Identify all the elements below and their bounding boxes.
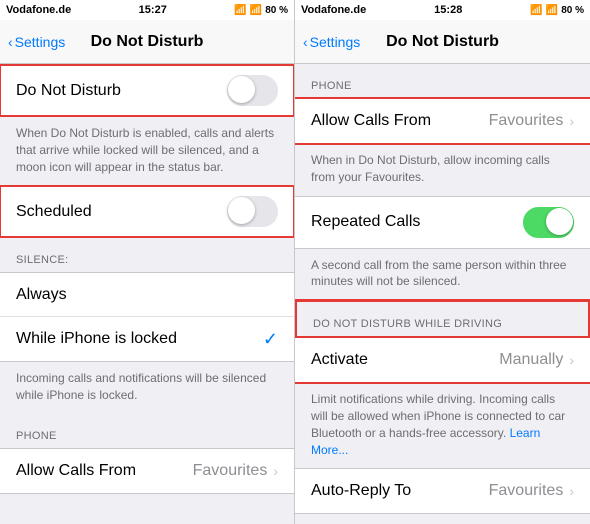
dnd-toggle-thumb [228, 76, 255, 103]
silence-group: Always While iPhone is locked ✓ [0, 272, 294, 362]
allow-calls-label-left: Allow Calls From [16, 462, 193, 480]
activate-row[interactable]: Activate Manually › [295, 338, 590, 382]
wifi-icon-right: 📶 [530, 5, 542, 16]
allow-calls-description: When in Do Not Disturb, allow incoming c… [295, 144, 590, 196]
auto-reply-label: Auto-Reply To [311, 482, 489, 500]
allow-calls-value-right: Favourites [489, 112, 564, 130]
dnd-driving-header: DO NOT DISTURB WHILE DRIVING [295, 300, 590, 338]
status-left-right: Vodafone.de [301, 4, 366, 16]
repeated-calls-toggle[interactable] [523, 207, 574, 238]
back-chevron-right: ‹ [303, 34, 308, 50]
allow-calls-row-right[interactable]: Allow Calls From Favourites › [295, 99, 590, 143]
activate-description: Limit notifications while driving. Incom… [295, 383, 590, 468]
repeated-calls-group: Repeated Calls [295, 196, 590, 249]
nav-bar-inner-left: ‹ Settings Do Not Disturb [8, 34, 286, 50]
auto-reply-row[interactable]: Auto-Reply To Favourites › [295, 469, 590, 513]
status-right-right: 📶 📶 80 % [530, 5, 584, 16]
checkmark-icon: ✓ [263, 329, 278, 350]
nav-title-left: Do Not Disturb [91, 33, 204, 51]
nav-bar-right: ‹ Settings Do Not Disturb [295, 20, 590, 64]
allow-calls-group: Allow Calls From Favourites › [295, 98, 590, 144]
repeated-calls-description: A second call from the same person withi… [295, 249, 590, 301]
repeated-calls-toggle-thumb [546, 208, 573, 235]
bluetooth-icon-right: 📶 [546, 5, 558, 16]
always-label: Always [16, 286, 278, 304]
always-row[interactable]: Always [0, 273, 294, 317]
while-locked-description: Incoming calls and notifications will be… [0, 362, 294, 414]
repeated-calls-row[interactable]: Repeated Calls [295, 197, 590, 248]
back-label-left: Settings [15, 34, 66, 50]
scheduled-row[interactable]: Scheduled [0, 186, 294, 237]
content-right: PHONE Allow Calls From Favourites › When… [295, 64, 590, 514]
status-left: Vodafone.de [6, 4, 71, 16]
time-right: 15:28 [434, 4, 462, 16]
carrier-left: Vodafone.de [6, 4, 71, 16]
scheduled-toggle-thumb [228, 197, 255, 224]
status-bar-left: Vodafone.de 15:27 📶 📶 80 % [0, 0, 294, 20]
repeated-calls-label: Repeated Calls [311, 213, 523, 231]
battery-right: 80 % [561, 5, 584, 16]
scheduled-label: Scheduled [16, 203, 227, 221]
while-locked-label: While iPhone is locked [16, 330, 263, 348]
carrier-right: Vodafone.de [301, 4, 366, 16]
phone-group-left: Allow Calls From Favourites › [0, 448, 294, 494]
battery-left: 80 % [265, 5, 288, 16]
silence-header: SILENCE: [0, 238, 294, 272]
auto-reply-group: Auto-Reply To Favourites › [295, 468, 590, 514]
bluetooth-icon-left: 📶 [250, 5, 262, 16]
activate-label: Activate [311, 351, 499, 369]
nav-bar-left: ‹ Settings Do Not Disturb [0, 20, 294, 64]
scheduled-group: Scheduled [0, 185, 294, 238]
panel-left: Vodafone.de 15:27 📶 📶 80 % ‹ Settings Do… [0, 0, 295, 524]
phone-header-left: PHONE [0, 414, 294, 448]
while-locked-row[interactable]: While iPhone is locked ✓ [0, 317, 294, 361]
allow-calls-chevron-left: › [273, 463, 278, 479]
auto-reply-value: Favourites [489, 482, 564, 500]
activate-value: Manually [499, 351, 563, 369]
content-left: Do Not Disturb When Do Not Disturb is en… [0, 64, 294, 494]
time-left: 15:27 [139, 4, 167, 16]
allow-calls-label-right: Allow Calls From [311, 112, 489, 130]
back-button-left[interactable]: ‹ Settings [8, 34, 65, 50]
allow-calls-row-left[interactable]: Allow Calls From Favourites › [0, 449, 294, 493]
activate-group: Activate Manually › [295, 338, 590, 383]
panel-right: Vodafone.de 15:28 📶 📶 80 % ‹ Settings Do… [295, 0, 590, 524]
scheduled-toggle[interactable] [227, 196, 278, 227]
dnd-description: When Do Not Disturb is enabled, calls an… [0, 117, 294, 185]
back-button-right[interactable]: ‹ Settings [303, 34, 360, 50]
dnd-toggle[interactable] [227, 75, 278, 106]
allow-calls-chevron-right: › [569, 113, 574, 129]
back-chevron-left: ‹ [8, 34, 13, 50]
auto-reply-chevron: › [569, 483, 574, 499]
activate-chevron: › [569, 352, 574, 368]
allow-calls-value-left: Favourites [193, 462, 268, 480]
status-bar-right: Vodafone.de 15:28 📶 📶 80 % [295, 0, 590, 20]
phone-header-right: PHONE [295, 64, 590, 98]
nav-bar-inner-right: ‹ Settings Do Not Disturb [303, 34, 582, 50]
status-right-left: 📶 📶 80 % [234, 5, 288, 16]
dnd-label: Do Not Disturb [16, 82, 227, 100]
dnd-row[interactable]: Do Not Disturb [0, 65, 294, 116]
wifi-icon-left: 📶 [234, 5, 246, 16]
dnd-group: Do Not Disturb [0, 64, 294, 117]
back-label-right: Settings [310, 34, 361, 50]
nav-title-right: Do Not Disturb [386, 33, 499, 51]
